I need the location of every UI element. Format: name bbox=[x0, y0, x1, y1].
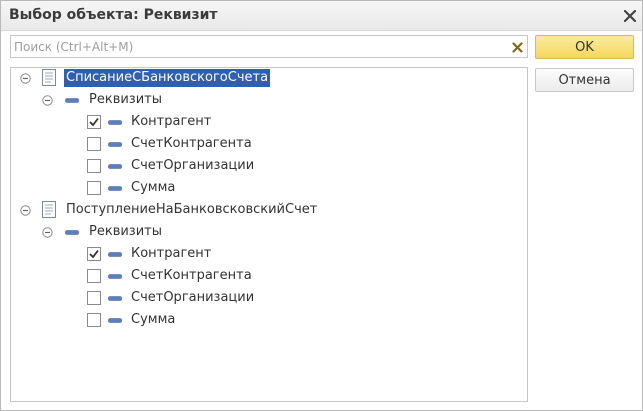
object-tree: СписаниеСБанковскогоСчета Реквизиты Конт… bbox=[10, 67, 528, 402]
document-icon bbox=[42, 69, 56, 86]
checkbox[interactable] bbox=[87, 291, 101, 305]
checkbox[interactable] bbox=[87, 159, 101, 173]
tree-item[interactable]: СчетКонтрагента bbox=[11, 266, 527, 286]
checkbox[interactable] bbox=[87, 137, 101, 151]
checkbox[interactable] bbox=[87, 313, 101, 327]
dash-icon bbox=[65, 98, 79, 103]
tree-node-object[interactable]: ПоступлениеНаБанковсковскийСчет bbox=[11, 200, 527, 220]
tree-item-label: Контрагент bbox=[131, 246, 212, 261]
dash-icon bbox=[108, 186, 122, 191]
tree-item[interactable]: Сумма bbox=[11, 178, 527, 198]
tree-item[interactable]: Контрагент bbox=[11, 112, 527, 132]
checkbox[interactable] bbox=[87, 115, 101, 129]
checkbox[interactable] bbox=[87, 247, 101, 261]
minus-circle-icon[interactable] bbox=[20, 73, 31, 84]
tree-item-label: СчетОрганизации bbox=[131, 290, 255, 305]
tree-item[interactable]: СчетОрганизации bbox=[11, 288, 527, 308]
tree-node-label: СписаниеСБанковскогоСчета bbox=[64, 69, 271, 87]
dash-icon bbox=[108, 296, 122, 301]
tree-group-label: Реквизиты bbox=[89, 92, 162, 107]
minus-circle-icon[interactable] bbox=[42, 227, 53, 238]
close-icon[interactable] bbox=[620, 6, 640, 26]
tree-item[interactable]: Контрагент bbox=[11, 244, 527, 264]
search-field bbox=[10, 35, 528, 58]
dash-icon bbox=[108, 252, 122, 257]
checkmark-icon bbox=[89, 117, 99, 127]
tree-item-label: Контрагент bbox=[131, 114, 212, 129]
tree-item[interactable]: Сумма bbox=[11, 310, 527, 330]
tree-node-group[interactable]: Реквизиты bbox=[11, 90, 527, 110]
tree-node-object[interactable]: СписаниеСБанковскогоСчета bbox=[11, 68, 527, 88]
tree-item-label: СчетОрганизации bbox=[131, 158, 255, 173]
title-bar: Выбор объекта: Реквизит bbox=[1, 1, 642, 31]
dialog-window: Выбор объекта: Реквизит OK Отмена bbox=[0, 0, 643, 411]
tree-item-label: СчетКонтрагента bbox=[131, 268, 252, 283]
clear-x-icon[interactable] bbox=[509, 39, 525, 55]
minus-circle-icon[interactable] bbox=[42, 95, 53, 106]
dash-icon bbox=[108, 120, 122, 125]
window-title: Выбор объекта: Реквизит bbox=[9, 7, 218, 23]
tree-node-group[interactable]: Реквизиты bbox=[11, 222, 527, 242]
dash-icon bbox=[108, 164, 122, 169]
tree-item-label: Сумма bbox=[131, 312, 176, 327]
dash-icon bbox=[65, 230, 79, 235]
dash-icon bbox=[108, 274, 122, 279]
minus-circle-icon[interactable] bbox=[20, 205, 31, 216]
tree-item-label: Сумма bbox=[131, 180, 176, 195]
checkbox[interactable] bbox=[87, 181, 101, 195]
tree-item[interactable]: СчетОрганизации bbox=[11, 156, 527, 176]
tree-item-label: СчетКонтрагента bbox=[131, 136, 252, 151]
tree-group-label: Реквизиты bbox=[89, 224, 162, 239]
checkbox[interactable] bbox=[87, 269, 101, 283]
search-input[interactable] bbox=[14, 38, 504, 55]
dash-icon bbox=[108, 318, 122, 323]
ok-button[interactable]: OK bbox=[535, 35, 634, 59]
tree-node-label: ПоступлениеНаБанковсковскийСчет bbox=[66, 202, 318, 217]
tree-item[interactable]: СчетКонтрагента bbox=[11, 134, 527, 154]
dash-icon bbox=[108, 142, 122, 147]
cancel-button[interactable]: Отмена bbox=[535, 68, 634, 92]
document-icon bbox=[42, 201, 56, 218]
checkmark-icon bbox=[89, 249, 99, 259]
